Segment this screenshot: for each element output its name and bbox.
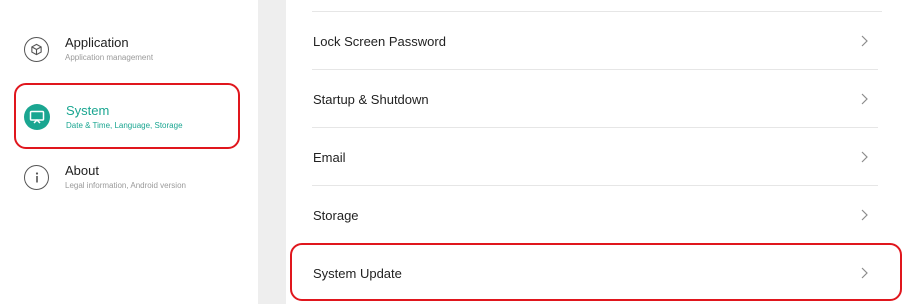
settings-row-email[interactable]: Email xyxy=(286,128,890,186)
sidebar-item-about[interactable]: About Legal information, Android version xyxy=(18,149,240,205)
settings-row-storage[interactable]: Storage xyxy=(286,186,890,244)
chevron-right-icon xyxy=(861,267,868,279)
row-label: Lock Screen Password xyxy=(313,33,446,49)
info-icon xyxy=(24,164,49,190)
row-label: Storage xyxy=(313,207,359,223)
sidebar-item-subtitle: Legal information, Android version xyxy=(65,181,186,190)
sidebar-item-system[interactable]: System Date & Time, Language, Storage xyxy=(18,89,240,145)
chevron-right-icon xyxy=(861,93,868,105)
sidebar-item-application[interactable]: Application Application management xyxy=(18,21,240,77)
row-label: Email xyxy=(313,149,346,165)
row-label: System Update xyxy=(313,265,402,281)
settings-row-lock-screen-password[interactable]: Lock Screen Password xyxy=(286,12,890,70)
monitor-icon xyxy=(24,104,50,130)
sidebar-item-subtitle: Application management xyxy=(65,53,154,62)
sidebar-item-subtitle: Date & Time, Language, Storage xyxy=(66,121,183,130)
settings-row-system-update[interactable]: System Update xyxy=(286,244,890,302)
sidebar-item-title: System xyxy=(66,103,110,118)
cube-icon xyxy=(24,36,49,62)
row-label: Startup & Shutdown xyxy=(313,91,429,107)
sidebar-item-title: Application xyxy=(65,35,129,50)
settings-row-startup-shutdown[interactable]: Startup & Shutdown xyxy=(286,70,890,128)
chevron-right-icon xyxy=(861,151,868,163)
sidebar: Application Application management Syste… xyxy=(0,0,258,304)
settings-panel: Lock Screen Password Startup & Shutdown … xyxy=(286,0,908,304)
chevron-right-icon xyxy=(861,209,868,221)
chevron-right-icon xyxy=(861,35,868,47)
sidebar-item-title: About xyxy=(65,163,99,178)
panel-divider xyxy=(258,0,286,304)
